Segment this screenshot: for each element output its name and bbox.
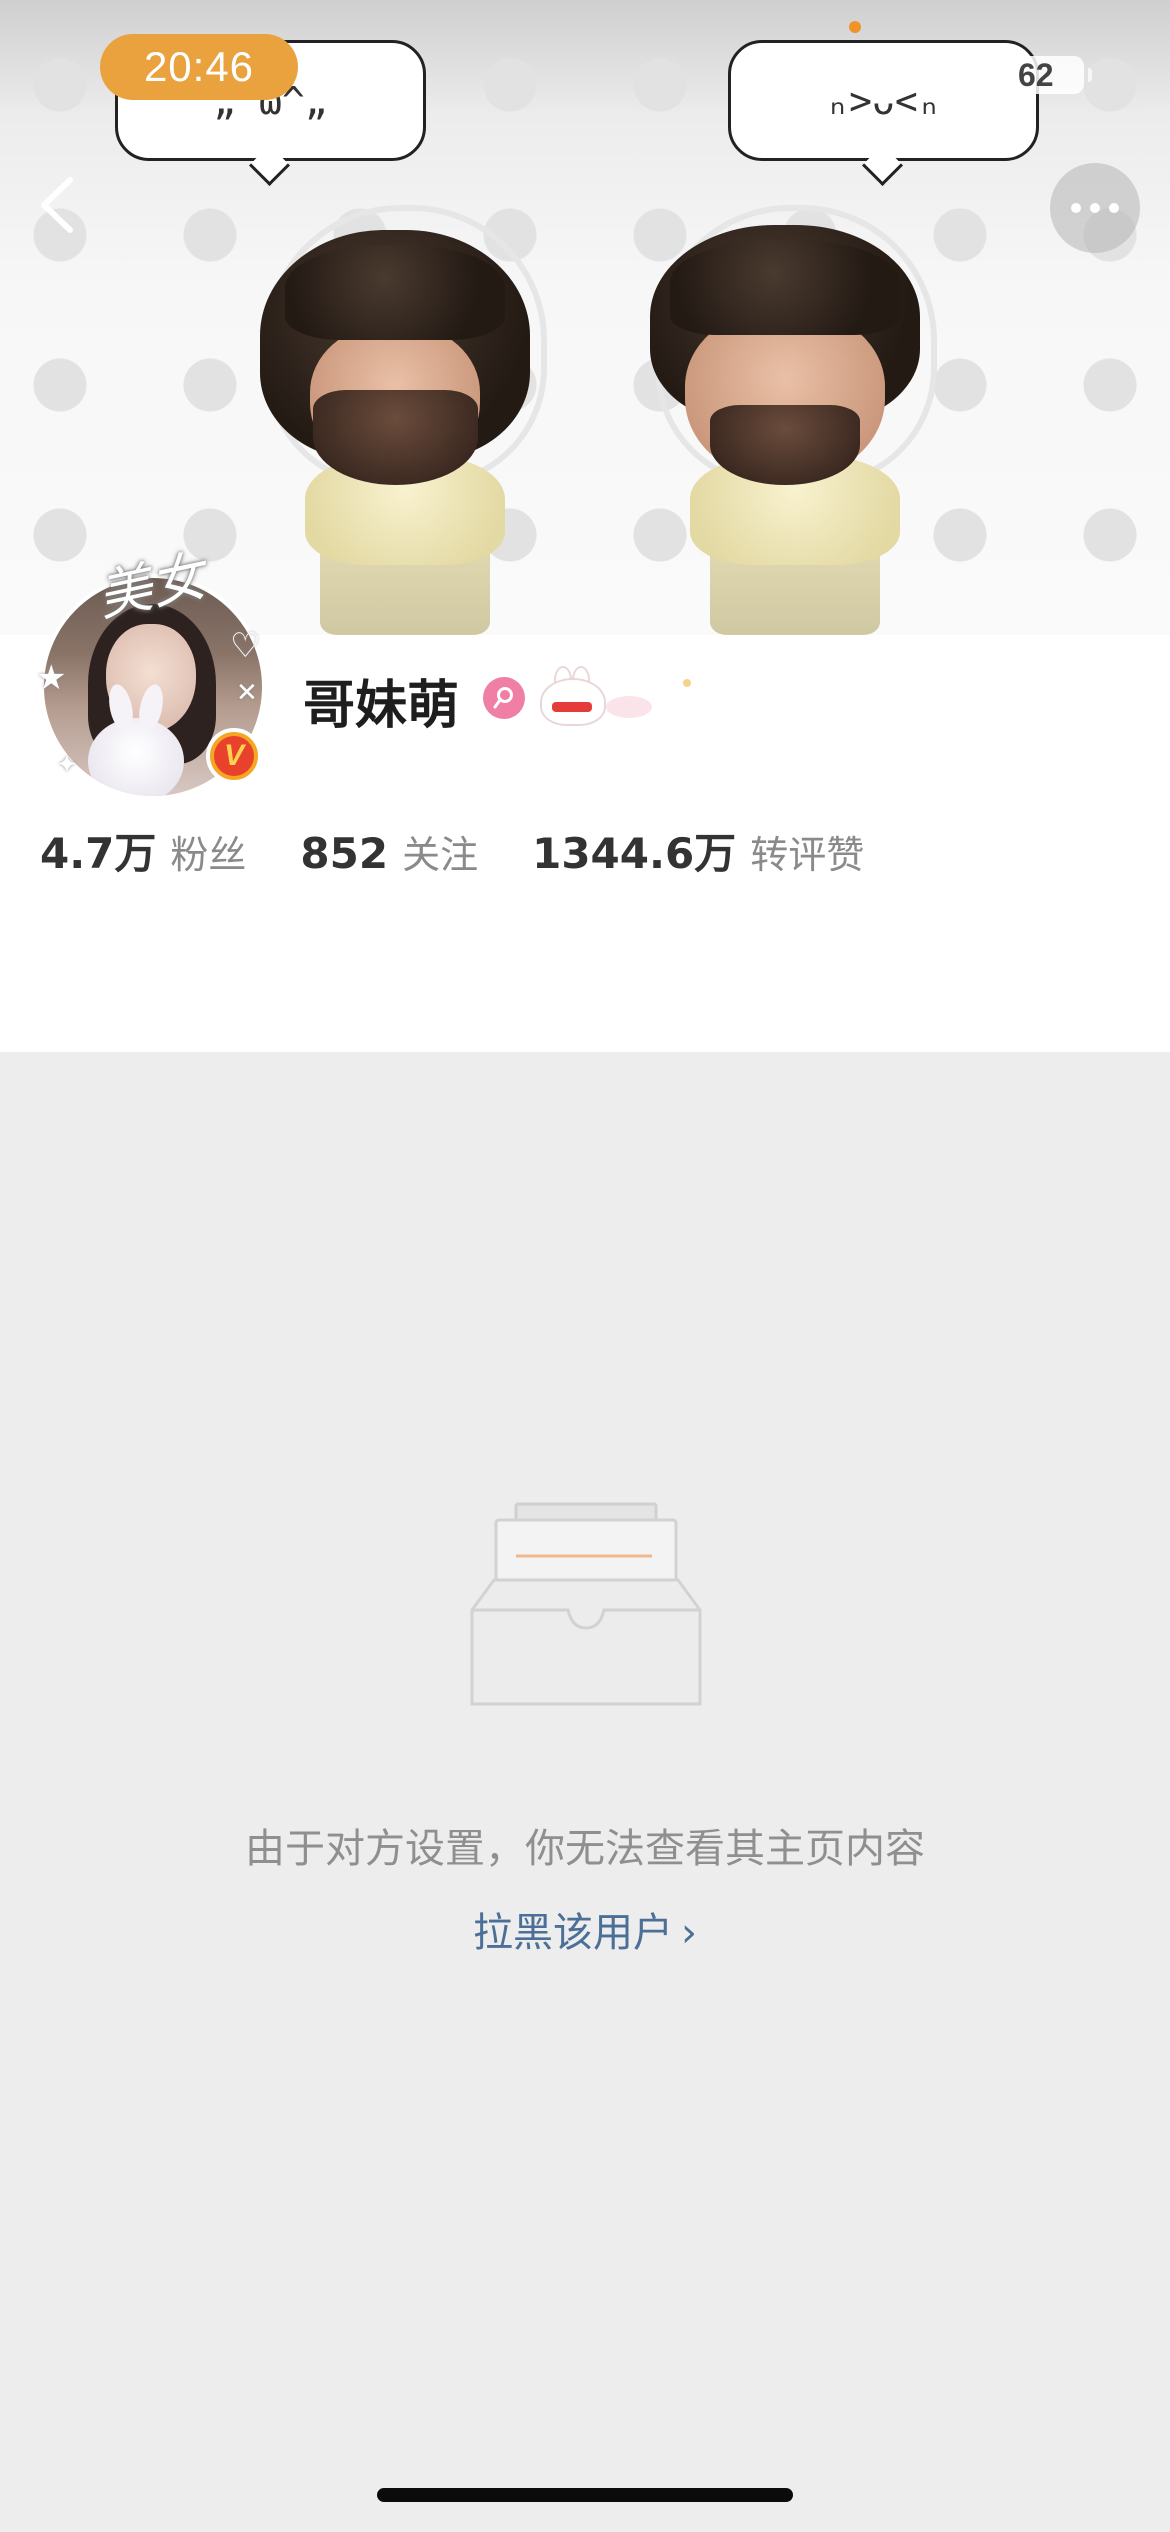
stat-followers[interactable]: 4.7万 粉丝 <box>40 820 246 881</box>
home-indicator[interactable] <box>377 2488 793 2502</box>
stat-following[interactable]: 852 关注 <box>300 824 478 879</box>
chevron-right-icon: › <box>681 1910 697 1956</box>
female-symbol-icon <box>493 687 513 709</box>
sparkle-icon: ✦ <box>56 750 78 780</box>
more-dots-icon <box>1071 203 1081 213</box>
stat-value: 1344.6万 <box>532 829 737 878</box>
empty-state-message: 由于对方设置，你无法查看其主页内容 <box>245 1826 925 1872</box>
stat-label: 粉丝 <box>170 833 247 877</box>
block-user-link[interactable]: 拉黑该用户 › <box>0 1900 1170 1958</box>
cellular-signal-icon <box>852 58 916 88</box>
sticker-scarf <box>552 702 592 712</box>
privacy-indicator-dot <box>849 21 861 33</box>
back-button[interactable] <box>30 170 90 240</box>
battery-tip-icon <box>1088 68 1092 82</box>
verified-badge: V <box>206 728 262 784</box>
sparkle-icon <box>683 679 691 687</box>
avatar[interactable]: 美女 ★ ♡ ✕ ✦ V <box>36 544 276 800</box>
bunny-plush-icon <box>88 718 184 796</box>
stat-value: 4.7万 <box>40 829 157 878</box>
stat-label: 转评赞 <box>750 833 865 877</box>
stat-value: 852 <box>300 829 389 878</box>
chevron-left-icon <box>41 177 73 233</box>
stat-reposts-comments-likes[interactable]: 1344.6万 转评赞 <box>532 820 864 881</box>
profile-stats: 4.7万 粉丝 852 关注 1344.6万 转评赞 <box>40 820 864 880</box>
bunny-sticker-icon <box>540 666 652 726</box>
heart-icon: ♡ <box>230 626 261 666</box>
network-type: 5G <box>932 52 986 96</box>
sparkle-icon: ✕ <box>236 678 258 708</box>
empty-inbox-icon <box>470 1502 702 1706</box>
sticker-blush <box>606 696 652 718</box>
female-icon <box>483 677 525 719</box>
stat-label: 关注 <box>402 833 479 877</box>
username: 哥妹萌 <box>303 676 460 736</box>
verified-v-icon: V <box>214 736 254 776</box>
star-icon: ★ <box>36 658 67 698</box>
more-button[interactable] <box>1050 163 1140 253</box>
block-user-label: 拉黑该用户 <box>473 1910 673 1956</box>
more-dot <box>1109 203 1119 213</box>
status-time: 20:46 <box>100 34 298 100</box>
banner-figure-right <box>630 205 960 635</box>
banner-figure-left <box>245 205 575 635</box>
more-dot <box>1090 203 1100 213</box>
battery-indicator: 62 <box>1008 56 1084 94</box>
